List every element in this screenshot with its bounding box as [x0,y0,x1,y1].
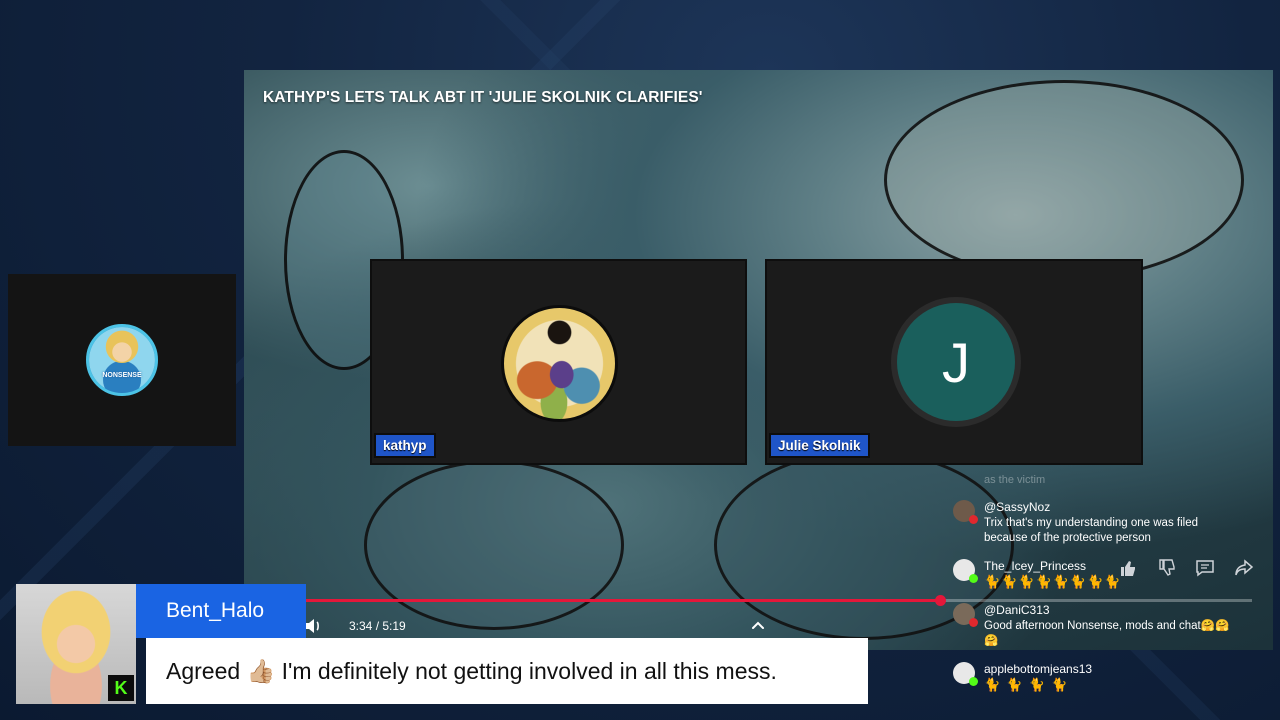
chat-username: @SassyNoz [984,500,1051,514]
thumbs-down-icon[interactable] [1157,558,1177,578]
video-title: KATHYP'S LETS TALK ABT IT 'JULIE SKOLNIK… [263,89,703,106]
participant-name-tag: kathyp [374,433,436,458]
progress-bar[interactable] [306,595,1252,606]
video-artwork-shape [364,460,624,630]
volume-icon[interactable] [303,617,323,635]
comment-icon[interactable] [1195,558,1215,578]
kick-logo-icon: K [108,675,134,701]
chat-text: 🐈🐈🐈🐈🐈🐈🐈🐈 [984,575,1122,590]
avatar [953,603,978,627]
chat-username: The_Icey_Princess [984,559,1087,573]
featured-chat-message: Agreed 👍🏼 I'm definitely not getting inv… [146,638,868,704]
video-artwork-shape [884,80,1244,280]
chevron-up-icon[interactable] [750,617,766,633]
chat-text: Good afternoon Nonsense, mods and chat🤗🤗… [984,620,1230,647]
chat-username: applebottomjeans13 [984,662,1093,676]
featured-chatter-name: Bent_Halo [136,584,306,638]
channel-logo: NONSENSE [86,324,158,396]
platform-badge [969,515,978,524]
progress-fill [306,599,940,602]
chat-action-bar [1118,557,1254,579]
avatar [501,305,618,422]
platform-badge [969,677,978,686]
avatar-initial: J [897,303,1015,421]
chat-text: 🐈 🐈 🐈 🐈 [984,678,1069,693]
chat-username: @DaniC313 [984,603,1050,617]
thumbs-up-icon[interactable] [1118,558,1138,578]
avatar: J [891,297,1021,427]
progress-scrubber[interactable] [935,595,946,606]
side-camera-tile: NONSENSE [8,274,236,446]
participant-tile-kathyp[interactable]: kathyp [370,259,747,465]
participant-tile-julie-skolnik[interactable]: J Julie Skolnik [765,259,1143,465]
share-icon[interactable] [1234,558,1254,578]
avatar [953,500,978,524]
avatar [953,662,978,686]
avatar [953,559,978,583]
participant-name-tag: Julie Skolnik [769,433,870,458]
time-display: 3:34 / 5:19 [349,619,406,633]
channel-logo-label: NONSENSE [102,372,142,379]
chat-faded-message: as the victim [984,474,1046,486]
chat-text: Trix that's my understanding one was fil… [984,517,1198,544]
platform-badge [969,574,978,583]
platform-badge [969,618,978,627]
